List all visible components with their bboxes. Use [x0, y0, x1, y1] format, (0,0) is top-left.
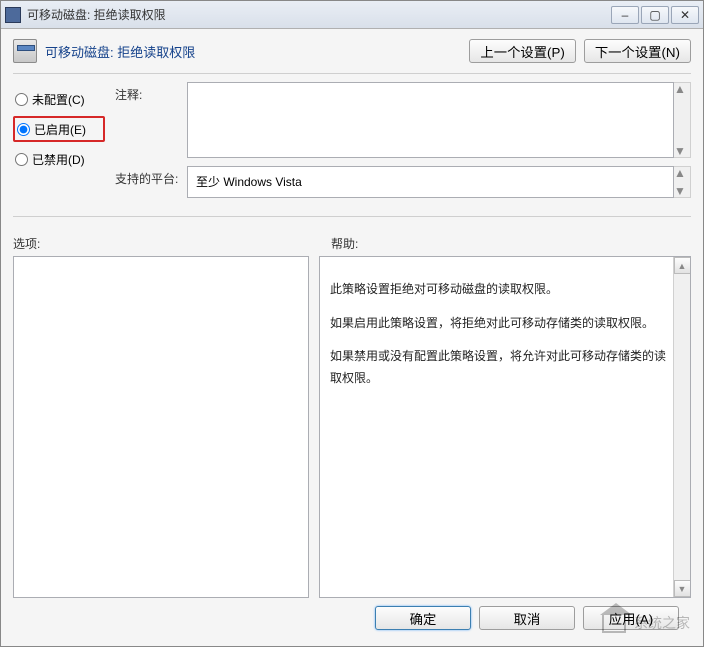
scroll-down-icon[interactable]: ▼	[674, 580, 691, 597]
radio-not-configured[interactable]: 未配置(C)	[13, 86, 105, 112]
comment-textarea[interactable]	[187, 82, 674, 158]
options-panel	[13, 256, 309, 598]
config-row: 未配置(C) 已启用(E) 已禁用(D) 注释: ▲	[13, 82, 691, 206]
platform-label: 支持的平台:	[115, 166, 187, 198]
scroll-up-icon: ▲	[674, 167, 686, 179]
ok-button[interactable]: 确定	[375, 606, 471, 630]
radio-enabled-label: 已启用(E)	[34, 121, 86, 138]
separator	[13, 73, 691, 74]
policy-editor-window: 可移动磁盘: 拒绝读取权限 ‒ ▢ ✕ 可移动磁盘: 拒绝读取权限 上一个设置(…	[0, 0, 704, 647]
help-label: 帮助:	[319, 235, 691, 252]
help-panel: 此策略设置拒绝对可移动磁盘的读取权限。 如果启用此策略设置，将拒绝对此可移动存储…	[319, 256, 691, 598]
help-scrollbar[interactable]: ▲ ▼	[673, 257, 690, 597]
next-setting-button[interactable]: 下一个设置(N)	[584, 39, 691, 63]
radio-enabled[interactable]: 已启用(E)	[13, 116, 105, 142]
cancel-button[interactable]: 取消	[479, 606, 575, 630]
titlebar[interactable]: 可移动磁盘: 拒绝读取权限 ‒ ▢ ✕	[1, 1, 703, 29]
scroll-up-icon: ▲	[674, 83, 686, 95]
separator-2	[13, 216, 691, 217]
content-area: 可移动磁盘: 拒绝读取权限 上一个设置(P) 下一个设置(N) 未配置(C) 已…	[1, 29, 703, 646]
fields-column: 注释: ▲ ▼ 支持的平台: 至少 Windows Vista	[115, 82, 691, 206]
scroll-down-icon: ▼	[674, 185, 686, 197]
options-label: 选项:	[13, 235, 319, 252]
comment-label: 注释:	[115, 82, 187, 158]
state-radio-group: 未配置(C) 已启用(E) 已禁用(D)	[13, 82, 105, 206]
scroll-up-icon[interactable]: ▲	[674, 257, 691, 274]
policy-title: 可移动磁盘: 拒绝读取权限	[45, 42, 469, 61]
apply-button[interactable]: 应用(A)	[583, 606, 679, 630]
radio-not-configured-label: 未配置(C)	[32, 91, 85, 108]
window-title: 可移动磁盘: 拒绝读取权限	[27, 6, 609, 23]
help-paragraph: 如果启用此策略设置，将拒绝对此可移动存储类的读取权限。	[330, 313, 672, 335]
close-button[interactable]: ✕	[671, 6, 699, 24]
help-text: 此策略设置拒绝对可移动磁盘的读取权限。 如果启用此策略设置，将拒绝对此可移动存储…	[320, 257, 690, 597]
minimize-button[interactable]: ‒	[611, 6, 639, 24]
supported-platform-value: 至少 Windows Vista	[196, 175, 302, 189]
help-paragraph: 此策略设置拒绝对可移动磁盘的读取权限。	[330, 279, 672, 301]
removable-disk-icon	[13, 39, 37, 63]
radio-disabled-label: 已禁用(D)	[32, 151, 85, 168]
radio-not-configured-input[interactable]	[15, 93, 28, 106]
panels-row: 此策略设置拒绝对可移动磁盘的读取权限。 如果启用此策略设置，将拒绝对此可移动存储…	[13, 256, 691, 598]
panel-labels: 选项: 帮助:	[13, 235, 691, 252]
supported-platform-box: 至少 Windows Vista	[187, 166, 674, 198]
radio-enabled-input[interactable]	[17, 123, 30, 136]
maximize-button[interactable]: ▢	[641, 6, 669, 24]
header-row: 可移动磁盘: 拒绝读取权限 上一个设置(P) 下一个设置(N)	[13, 39, 691, 63]
comment-scrollbar[interactable]: ▲ ▼	[674, 82, 691, 158]
help-paragraph: 如果禁用或没有配置此策略设置，将允许对此可移动存储类的读取权限。	[330, 346, 672, 389]
app-icon	[5, 7, 21, 23]
scroll-down-icon: ▼	[674, 145, 686, 157]
radio-disabled[interactable]: 已禁用(D)	[13, 146, 105, 172]
previous-setting-button[interactable]: 上一个设置(P)	[469, 39, 575, 63]
platform-scrollbar[interactable]: ▲ ▼	[674, 166, 691, 198]
radio-disabled-input[interactable]	[15, 153, 28, 166]
dialog-footer: 确定 取消 应用(A)	[13, 598, 691, 638]
